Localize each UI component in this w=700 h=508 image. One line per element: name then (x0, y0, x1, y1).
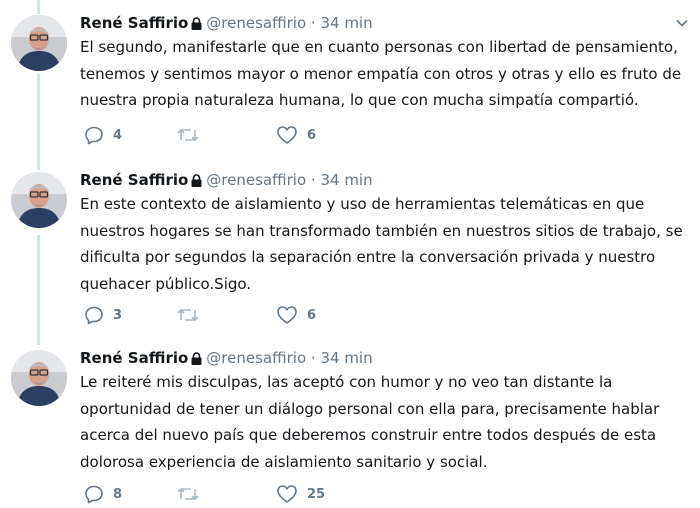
reply-icon (85, 306, 103, 325)
retweet-icon (177, 488, 199, 500)
like-button[interactable]: 6 (276, 123, 316, 147)
separator: · (310, 171, 316, 189)
avatar[interactable] (11, 172, 67, 228)
avatar[interactable] (11, 350, 67, 406)
retweet-button[interactable] (176, 482, 209, 506)
more-menu-button[interactable] (676, 12, 688, 34)
author-name[interactable]: René Saffirio (80, 171, 188, 189)
timestamp[interactable]: 34 min (320, 14, 372, 32)
reply-count: 8 (113, 486, 123, 502)
chevron-down-icon (676, 19, 688, 27)
avatar-image (11, 15, 67, 71)
timestamp[interactable]: 34 min (320, 349, 372, 367)
reply-button[interactable]: 4 (84, 123, 122, 147)
timestamp[interactable]: 34 min (320, 171, 372, 189)
tweet-text: El segundo, manifestarle que en cuanto p… (80, 38, 682, 109)
thread-line (37, 74, 40, 170)
separator: · (310, 14, 316, 32)
heart-icon (277, 126, 297, 144)
retweet-icon (177, 129, 199, 141)
like-count: 25 (307, 486, 326, 502)
lock-icon (191, 171, 202, 193)
author-handle[interactable]: @renesaffirio (206, 171, 306, 189)
author-handle[interactable]: @renesaffirio (206, 349, 306, 367)
author-name[interactable]: René Saffirio (80, 349, 188, 367)
avatar-image (11, 350, 67, 406)
reply-icon (85, 126, 103, 145)
author-name[interactable]: René Saffirio (80, 14, 188, 32)
thread-line (37, 0, 40, 14)
tweet-header: René Saffirio @renesaffirio · 34 min (80, 347, 373, 369)
reply-count: 4 (113, 127, 123, 143)
avatar-image (11, 172, 67, 228)
tweet-header: René Saffirio @renesaffirio · 34 min (80, 12, 373, 34)
separator: · (310, 349, 316, 367)
reply-icon (85, 485, 103, 504)
like-count: 6 (307, 307, 317, 323)
like-count: 6 (307, 127, 317, 143)
reply-button[interactable]: 8 (84, 482, 122, 506)
retweet-button[interactable] (176, 303, 209, 327)
like-button[interactable]: 6 (276, 303, 316, 327)
lock-icon (191, 14, 202, 36)
tweet-text: En este contexto de aislamiento y uso de… (80, 195, 683, 293)
tweet-header: René Saffirio @renesaffirio · 34 min (80, 169, 373, 191)
avatar[interactable] (11, 15, 67, 71)
retweet-icon (177, 309, 199, 321)
thread-line (37, 235, 40, 345)
reply-button[interactable]: 3 (84, 303, 122, 327)
retweet-button[interactable] (176, 123, 209, 147)
like-button[interactable]: 25 (276, 482, 325, 506)
reply-count: 3 (113, 307, 123, 323)
lock-icon (191, 349, 202, 371)
author-handle[interactable]: @renesaffirio (206, 14, 306, 32)
heart-icon (277, 306, 297, 324)
tweet-text: Le reiteré mis disculpas, las aceptó con… (80, 373, 660, 471)
heart-icon (277, 485, 297, 503)
